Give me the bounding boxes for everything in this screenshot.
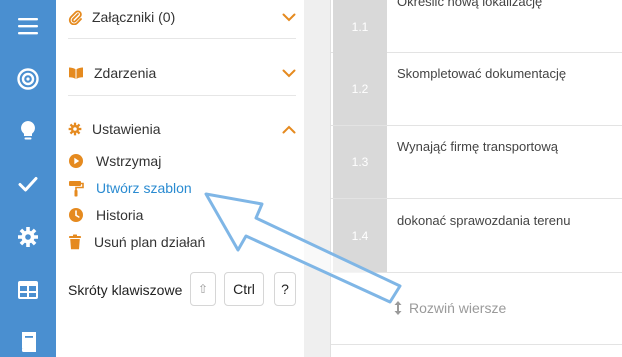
expand-rows-label: Rozwiń wiersze — [409, 300, 507, 316]
history-item[interactable]: Historia — [68, 206, 143, 224]
chevron-up-icon[interactable] — [282, 125, 296, 134]
book-open-icon — [69, 67, 83, 79]
task-text[interactable]: Wynająć firmę transportową — [397, 139, 558, 154]
task-text[interactable]: Skompletować dokumentację — [397, 66, 566, 81]
chevron-down-icon[interactable] — [282, 69, 296, 78]
events-label: Zdarzenia — [94, 65, 157, 81]
task-text[interactable]: dokonać sprawozdania terenu — [397, 213, 570, 228]
divider — [68, 38, 296, 39]
attachments-section[interactable]: Załączniki (0) — [68, 6, 296, 28]
target-icon[interactable] — [16, 67, 40, 91]
row-number: 1.1 — [333, 0, 387, 53]
table-row[interactable]: 1.1 Określić nową lokalizację — [331, 0, 622, 53]
gear-icon — [68, 122, 82, 136]
shortcuts-label: Skróty klawiszowe — [68, 282, 183, 298]
attachments-label: Załączniki (0) — [92, 9, 176, 25]
trash-icon — [69, 234, 81, 250]
paint-roller-icon — [69, 180, 84, 196]
table-row[interactable]: 1.2 Skompletować dokumentację — [331, 53, 622, 126]
paperclip-icon — [68, 10, 82, 25]
task-text[interactable]: Określić nową lokalizację — [397, 0, 542, 9]
play-icon — [69, 154, 83, 168]
delete-plan-item[interactable]: Usuń plan działań — [68, 233, 205, 251]
lightbulb-icon[interactable] — [16, 119, 40, 143]
settings-section[interactable]: Ustawienia — [68, 118, 296, 140]
annotation-arrow — [204, 192, 402, 304]
row-number: 1.2 — [333, 53, 387, 125]
table-icon[interactable] — [16, 278, 40, 302]
check-icon[interactable] — [16, 172, 40, 196]
events-section[interactable]: Zdarzenia — [68, 62, 296, 84]
history-label: Historia — [96, 207, 144, 223]
pause-item[interactable]: Wstrzymaj — [68, 152, 161, 170]
delete-plan-label: Usuń plan działań — [94, 234, 206, 250]
pause-label: Wstrzymaj — [96, 153, 162, 169]
row-number: 1.3 — [333, 126, 387, 198]
create-template-label: Utwórz szablon — [96, 180, 192, 196]
create-template-item[interactable]: Utwórz szablon — [68, 179, 192, 197]
divider — [68, 95, 296, 96]
chevron-down-icon[interactable] — [282, 13, 296, 22]
clock-icon — [69, 208, 83, 222]
icon-rail — [0, 0, 56, 357]
settings-label: Ustawienia — [92, 121, 161, 137]
gear-icon[interactable] — [16, 225, 40, 249]
menu-icon[interactable] — [16, 14, 40, 38]
book-icon[interactable] — [16, 330, 40, 354]
table-row[interactable]: 1.3 Wynająć firmę transportową — [331, 126, 622, 199]
